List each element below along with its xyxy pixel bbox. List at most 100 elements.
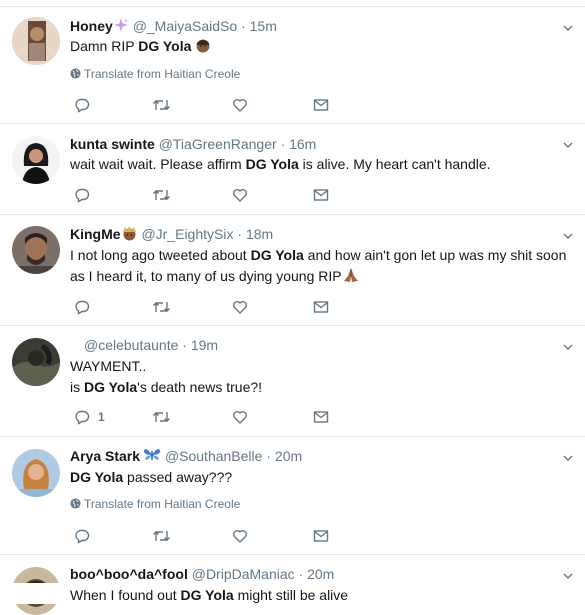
display-name[interactable]: kunta swinte: [70, 136, 155, 152]
retweet-icon: [153, 302, 170, 312]
direct-message-button[interactable]: [313, 186, 329, 204]
user-handle[interactable]: @_MaiyaSaidSo: [133, 18, 238, 34]
tweet-arya-stark[interactable]: Arya Stark @SouthanBelle · 20m DG Yola p…: [0, 437, 585, 555]
avatar[interactable]: [12, 226, 60, 274]
tweet-actions: [72, 527, 372, 545]
user-handle[interactable]: @DripDaManiac: [192, 566, 295, 582]
reply-icon: [75, 98, 90, 113]
tweet-kunta[interactable]: kunta swinte @TiaGreenRanger · 16m wait …: [0, 124, 585, 215]
timestamp[interactable]: 20m: [275, 448, 302, 464]
reply-icon: [75, 410, 90, 425]
tweet-honey[interactable]: Honey @_MaiyaSaidSo · 15m Damn RIP DG Yo…: [0, 7, 585, 124]
tweet-actions: [72, 96, 372, 114]
direct-message-button[interactable]: [313, 527, 329, 545]
tweet-text-part: When I found out: [70, 587, 181, 603]
chevron-down-icon[interactable]: [563, 231, 573, 241]
user-handle[interactable]: @SouthanBelle: [165, 448, 263, 464]
avatar[interactable]: [12, 136, 60, 184]
highlighted-keyword: DG Yola: [245, 156, 299, 172]
timestamp[interactable]: 18m: [246, 226, 273, 242]
avatar-image: [12, 136, 60, 184]
chevron-down-icon[interactable]: [563, 571, 573, 581]
reply-button[interactable]: [74, 96, 90, 114]
tweet-actions: [72, 186, 372, 204]
avatar[interactable]: [12, 17, 60, 65]
heart-icon: [233, 301, 247, 314]
display-name[interactable]: KingMe: [70, 226, 121, 242]
butterfly-emoji-icon: [143, 447, 161, 467]
chevron-down-icon[interactable]: [563, 453, 573, 463]
like-button[interactable]: [232, 527, 248, 545]
tweet-text-part: I not long ago tweeted about: [70, 247, 251, 263]
separator-dot: ·: [266, 448, 272, 464]
retweet-button[interactable]: [152, 527, 171, 545]
envelope-icon: [313, 530, 329, 542]
user-handle[interactable]: @TiaGreenRanger: [159, 136, 277, 152]
reply-button[interactable]: 1: [74, 408, 105, 426]
reply-button[interactable]: [74, 186, 90, 204]
translate-label[interactable]: Translate from Haitian Creole: [84, 497, 240, 511]
highlighted-keyword: DG Yola: [138, 38, 192, 54]
avatar[interactable]: [12, 338, 60, 386]
tweet-boobooda[interactable]: boo^boo^da^fool @DripDaManiac · 20m When…: [0, 555, 585, 615]
timestamp[interactable]: 19m: [191, 337, 218, 353]
tweet-text: I not long ago tweeted about DG Yola and…: [70, 245, 575, 289]
tweet-header: Honey @_MaiyaSaidSo · 15m: [70, 17, 277, 37]
like-button[interactable]: [232, 408, 248, 426]
retweet-button[interactable]: [152, 96, 171, 114]
tweet-text-part: Damn RIP: [70, 38, 139, 54]
praying-hands-emoji-icon: [342, 267, 360, 289]
separator-dot: ·: [237, 226, 243, 242]
tweet-text: DG Yola passed away???: [70, 467, 575, 488]
user-handle[interactable]: @Jr_EightySix: [141, 226, 233, 242]
retweet-icon: [153, 412, 170, 422]
tweet-actions: [72, 298, 372, 316]
tweet-text: When I found out DG Yola might still be …: [70, 585, 575, 606]
direct-message-button[interactable]: [313, 408, 329, 426]
chevron-down-icon[interactable]: [563, 342, 573, 352]
highlighted-keyword: DG Yola: [180, 587, 234, 603]
envelope-icon: [313, 411, 329, 423]
retweet-icon: [153, 100, 170, 110]
direct-message-button[interactable]: [313, 298, 329, 316]
tweet-text-line: is DG Yola's death news true?!: [70, 377, 575, 398]
timestamp[interactable]: 16m: [289, 136, 316, 152]
translate-label[interactable]: Translate from Haitian Creole: [84, 67, 240, 81]
tweet-text: Damn RIP DG Yola: [70, 36, 575, 59]
tweet-kingme[interactable]: KingMe @Jr_EightySix · 18m I not long ag…: [0, 215, 585, 326]
globe-icon: [70, 68, 81, 79]
retweet-button[interactable]: [152, 408, 171, 426]
envelope-icon: [313, 189, 329, 201]
tweet-text: wait wait wait. Please affirm DG Yola is…: [70, 154, 575, 175]
face-emoji-icon: [195, 37, 211, 59]
reply-button[interactable]: [74, 527, 90, 545]
retweet-button[interactable]: [152, 186, 171, 204]
reply-icon: [75, 300, 90, 315]
heart-icon: [233, 411, 247, 424]
tweet-actions: 1: [72, 408, 372, 426]
timestamp[interactable]: 20m: [307, 566, 334, 582]
chevron-down-icon[interactable]: [563, 23, 573, 33]
translate-link[interactable]: Translate from Haitian Creole: [70, 66, 240, 82]
like-button[interactable]: [232, 298, 248, 316]
like-button[interactable]: [232, 186, 248, 204]
display-name[interactable]: boo^boo^da^fool: [70, 566, 188, 582]
reply-button[interactable]: [74, 298, 90, 316]
avatar-mask: [0, 583, 60, 604]
like-button[interactable]: [232, 96, 248, 114]
user-handle[interactable]: @celebutaunte: [84, 337, 178, 353]
display-name[interactable]: Arya Stark: [70, 448, 140, 464]
avatar[interactable]: [12, 449, 60, 497]
display-name[interactable]: Honey: [70, 18, 113, 34]
timestamp[interactable]: 15m: [250, 18, 277, 34]
heart-icon: [233, 530, 247, 543]
tweet-celebutaunte[interactable]: @celebutaunte · 19m WAYMENT.. is DG Yola…: [0, 326, 585, 437]
sparkles-emoji-icon: [113, 17, 129, 37]
heart-icon: [233, 99, 247, 112]
translate-link[interactable]: Translate from Haitian Creole: [70, 496, 240, 512]
direct-message-button[interactable]: [313, 96, 329, 114]
retweet-button[interactable]: [152, 298, 171, 316]
chevron-down-icon[interactable]: [563, 140, 573, 150]
tweet-text: WAYMENT.. is DG Yola's death news true?!: [70, 356, 575, 398]
separator-dot: ·: [182, 337, 187, 353]
